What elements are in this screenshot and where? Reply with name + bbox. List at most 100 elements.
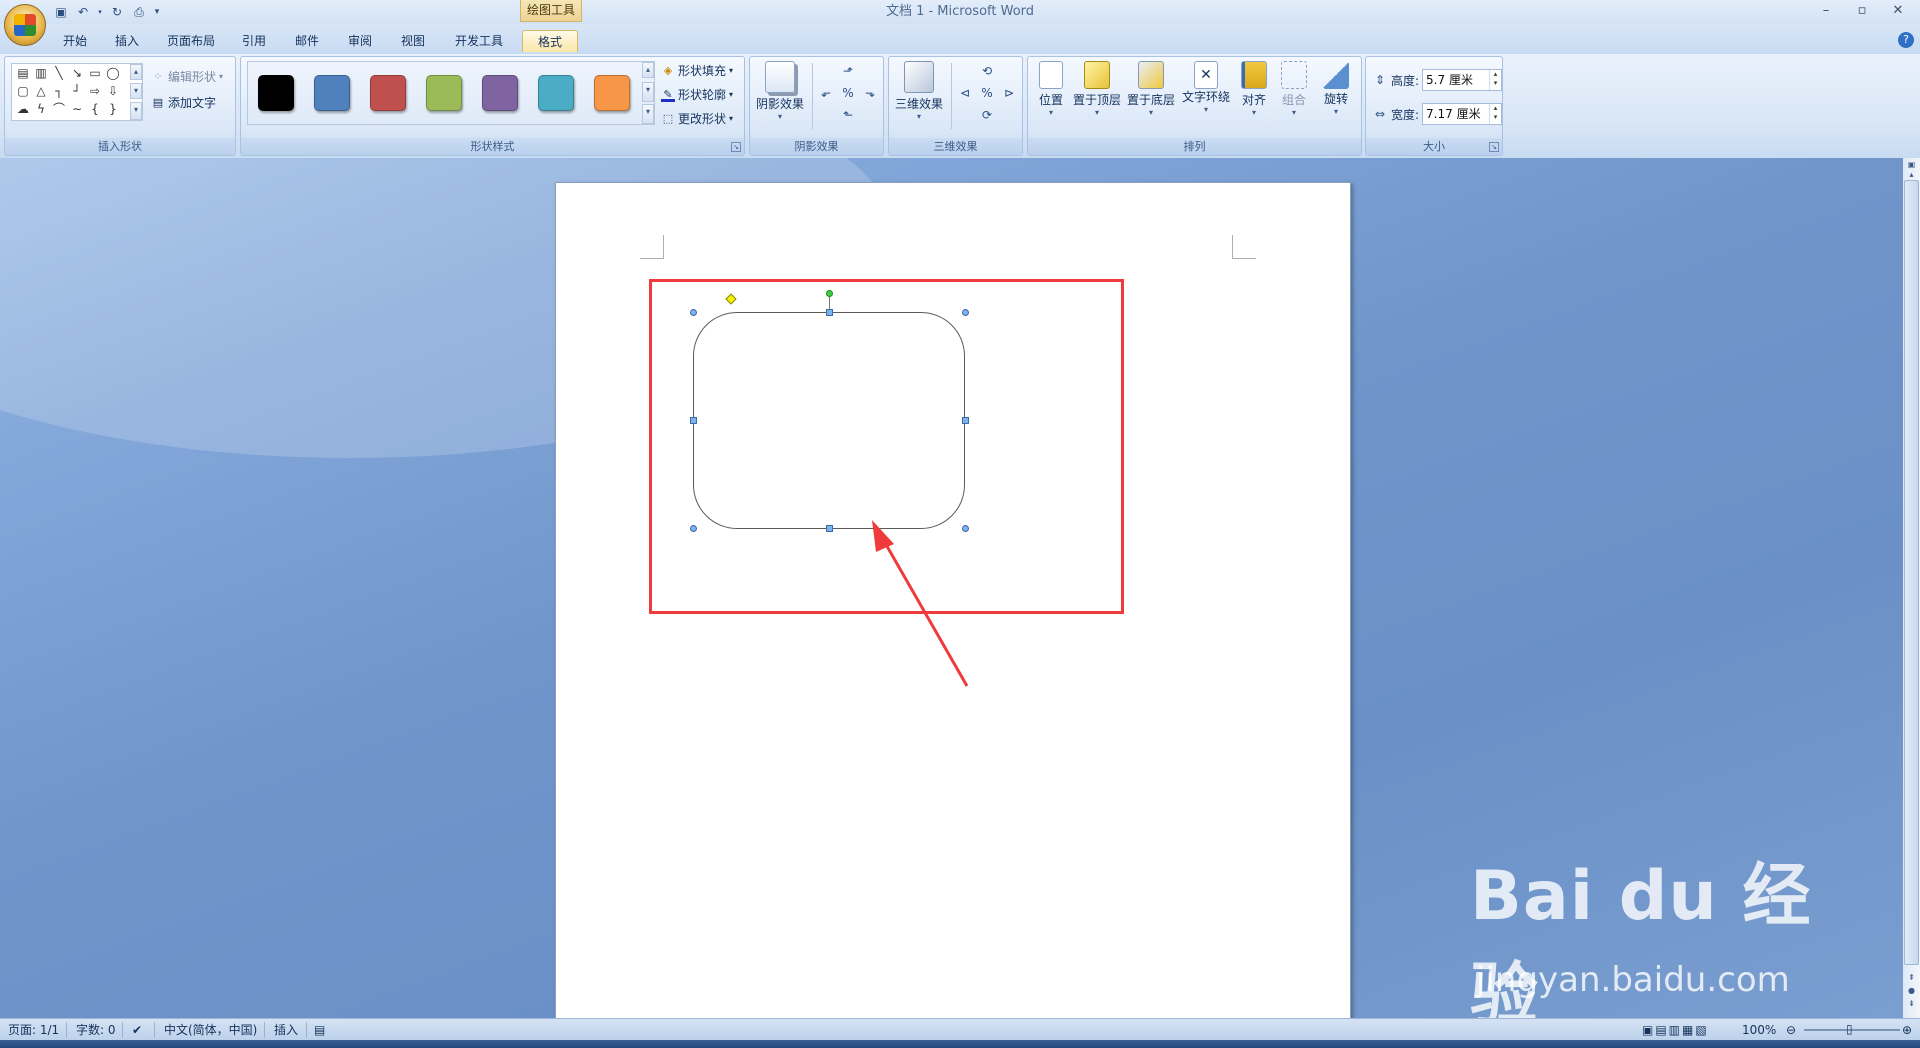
browse-object-icon[interactable]: ● [1904,986,1919,995]
shape-fill-button[interactable]: ◈ 形状填充 ▾ [661,61,733,81]
tab-home[interactable]: 开始 [58,30,92,52]
page-count[interactable]: 页面: 1/1 [8,1022,59,1038]
tilt-left-icon[interactable]: ⊲ [957,85,973,101]
language-indicator[interactable]: 中文(简体，中国) [164,1022,257,1038]
redo-icon[interactable]: ↻ [108,3,126,21]
styles-up-icon[interactable]: ▴ [642,62,654,78]
height-spinner-icon[interactable]: ▴ ▾ [1489,70,1501,90]
triangle-shape-icon[interactable]: △ [34,84,48,98]
down-arrow-shape-icon[interactable]: ⇩ [106,84,120,98]
cloud-shape-icon[interactable]: ☁ [16,102,30,116]
width-spinner-icon[interactable]: ▴ ▾ [1489,104,1501,124]
scroll-thumb[interactable] [1904,180,1919,965]
tab-page-layout[interactable]: 页面布局 [163,30,219,52]
resize-handle-bottom-left[interactable] [690,525,697,532]
nudge-shadow-up-icon[interactable]: ⬏ [840,63,856,79]
height-input[interactable]: 5.7 厘米 ▴ ▾ [1422,69,1503,91]
shape-outline-button[interactable]: ✎ 形状轮廓 ▾ [661,85,733,105]
gallery-down-icon[interactable]: ▾ [130,83,142,99]
tab-insert[interactable]: 插入 [110,30,144,52]
resize-handle-top[interactable] [826,309,833,316]
next-page-icon[interactable]: ⇟ [1904,999,1919,1008]
edit-shape-button[interactable]: ⁘ 编辑形状 ▾ [151,67,223,87]
nudge-shadow-right-icon[interactable]: ⬎ [862,85,878,101]
send-to-back-button[interactable]: 置于底层 ▾ [1126,61,1176,118]
tab-developer[interactable]: 开发工具 [449,30,509,52]
align-button[interactable]: 对齐 ▾ [1236,61,1272,118]
position-button[interactable]: 位置 ▾ [1034,61,1068,118]
left-brace-shape-icon[interactable]: { [88,102,102,116]
rounded-rectangle-shape-icon[interactable]: ▢ [16,84,30,98]
resize-handle-top-left[interactable] [690,309,697,316]
undo-dropdown-icon[interactable]: ▾ [96,3,104,21]
dialog-launcher-icon[interactable]: ↘ [1489,142,1499,152]
ruler-toggle-icon[interactable]: ▣ [1904,160,1919,169]
minimize-button[interactable]: – [1808,0,1844,22]
resize-handle-right[interactable] [962,417,969,424]
office-button[interactable] [4,4,46,46]
text-box-shape-icon[interactable]: ▤ [16,66,30,80]
style-swatch-orange[interactable] [594,75,630,111]
document-page[interactable] [555,182,1351,1018]
style-swatch-red[interactable] [370,75,406,111]
change-shape-button[interactable]: ⬚ 更改形状 ▾ [661,109,733,129]
3d-effects-button[interactable]: 三维效果 ▾ [893,61,945,122]
right-brace-shape-icon[interactable]: } [106,102,120,116]
group-button[interactable]: 组合 ▾ [1276,61,1312,118]
line-shape-icon[interactable]: ╲ [52,66,66,80]
macro-record-icon[interactable]: ▤ [314,1022,325,1038]
style-swatch-purple[interactable] [482,75,518,111]
rotate-button[interactable]: 旋转 ▾ [1318,61,1354,117]
resize-handle-left[interactable] [690,417,697,424]
view-buttons[interactable]: ▣▤▥▦▧ [1642,1022,1709,1038]
vertical-text-box-shape-icon[interactable]: ▥ [34,66,48,80]
proofing-icon[interactable]: ✔ [132,1022,142,1038]
close-button[interactable]: ✕ [1880,0,1916,22]
curve-shape-icon[interactable]: ∼ [70,102,84,116]
word-count[interactable]: 字数: 0 [76,1022,116,1038]
gallery-up-icon[interactable]: ▴ [130,64,142,80]
shadow-on-off-icon[interactable]: % [840,85,856,101]
elbow-connector-shape-icon[interactable]: ┐ [52,84,66,98]
resize-handle-bottom-right[interactable] [962,525,969,532]
shapes-gallery[interactable]: ▤ ▥ ╲ ↘ ▭ ◯ ▢ △ ┐ ┘ ⇨ ⇩ ☁ ϟ ⌒ ∼ { } ▴ ▾ … [11,63,143,121]
help-icon[interactable]: ? [1898,32,1914,48]
scroll-up-icon[interactable]: ▴ [1904,170,1919,179]
rounded-rectangle-shape[interactable] [693,312,965,529]
restore-button[interactable]: ▫ [1844,0,1880,22]
style-swatch-blue[interactable] [314,75,350,111]
style-swatch-green[interactable] [426,75,462,111]
tilt-right-icon[interactable]: ⊳ [1001,85,1017,101]
3d-on-off-icon[interactable]: % [979,85,995,101]
dialog-launcher-icon[interactable]: ↘ [731,142,741,152]
add-text-button[interactable]: ▤ 添加文字 [151,93,216,113]
tab-format[interactable]: 格式 [522,30,578,52]
arc-shape-icon[interactable]: ⌒ [52,102,66,116]
arrow-line-shape-icon[interactable]: ↘ [70,66,84,80]
tab-review[interactable]: 审阅 [343,30,377,52]
tilt-down-icon[interactable]: ⟳ [979,107,995,123]
width-input[interactable]: 7.17 厘米 ▴ ▾ [1422,103,1503,125]
rotation-handle[interactable] [826,290,833,297]
resize-handle-top-right[interactable] [962,309,969,316]
vertical-scrollbar[interactable]: ▣ ▴ ⇞ ● ⇟ [1903,158,1920,1018]
nudge-shadow-down-icon[interactable]: ⬑ [840,107,856,123]
right-arrow-shape-icon[interactable]: ⇨ [88,84,102,98]
oval-shape-icon[interactable]: ◯ [106,66,120,80]
zoom-slider-thumb[interactable]: ▯ [1846,1021,1853,1037]
elbow-arrow-shape-icon[interactable]: ┘ [70,84,84,98]
tab-view[interactable]: 视图 [396,30,430,52]
customize-qat-icon[interactable]: ▾ [152,3,162,21]
previous-page-icon[interactable]: ⇞ [1904,973,1919,982]
style-swatch-black[interactable] [258,75,294,111]
print-preview-icon[interactable]: ⎙ [130,3,148,21]
undo-icon[interactable]: ↶ [74,3,92,21]
style-swatch-aqua[interactable] [538,75,574,111]
zoom-out-icon[interactable]: ⊖ [1786,1022,1796,1038]
gallery-more-icon[interactable]: ▾ [130,102,142,120]
insert-mode-indicator[interactable]: 插入 [274,1022,298,1038]
tab-mailings[interactable]: 邮件 [290,30,324,52]
text-wrapping-button[interactable]: ✕ 文字环绕 ▾ [1180,61,1232,115]
resize-handle-bottom[interactable] [826,525,833,532]
zoom-in-icon[interactable]: ⊕ [1902,1022,1912,1038]
